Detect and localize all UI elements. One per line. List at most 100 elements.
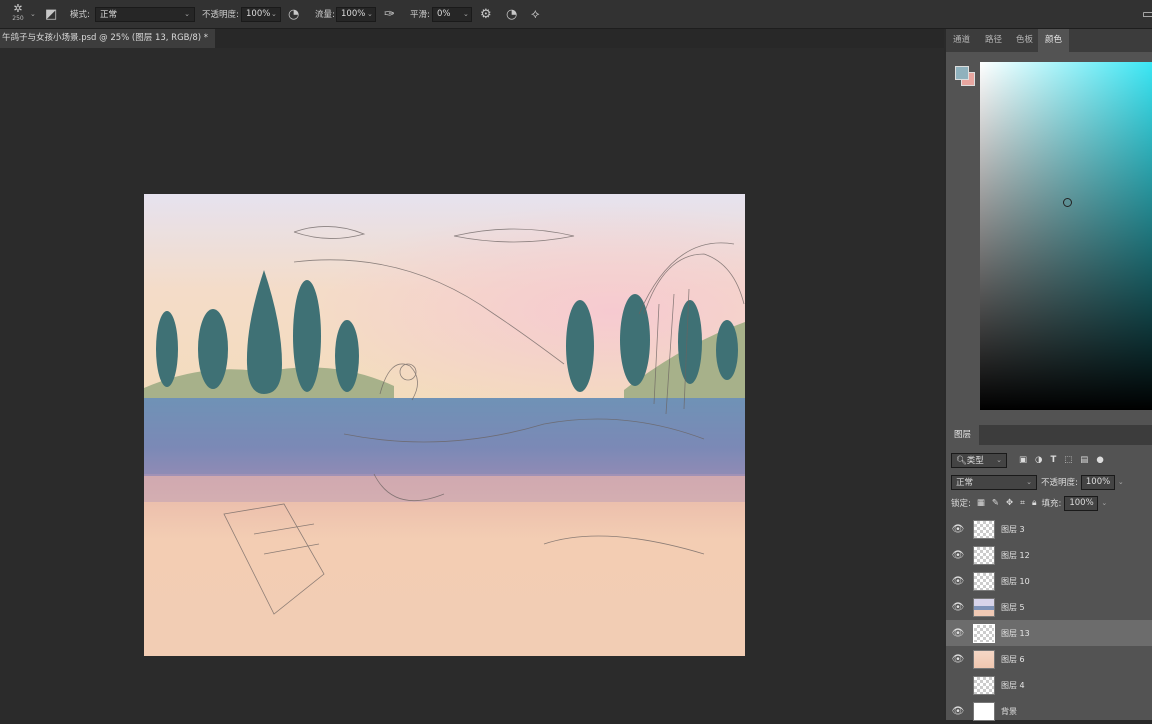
layer-filter-select[interactable]: 🔍︎类型 ⌄	[951, 452, 1007, 468]
mode-value: 正常	[100, 10, 118, 20]
panel-layout-icon[interactable]: ▭	[1142, 7, 1152, 22]
foreground-color-swatch[interactable]	[955, 66, 969, 80]
layers-panel-header: 图层	[946, 425, 1152, 445]
lock-transparency-icon[interactable]: ▦	[977, 498, 985, 508]
brush-preset-picker[interactable]: ✲ 250	[8, 3, 28, 25]
fill-label: 填充:	[1041, 499, 1062, 509]
layer-row[interactable]: 👁︎ 图层 10	[946, 568, 1152, 594]
fg-bg-color-swatches[interactable]	[954, 65, 976, 87]
layer-thumbnail	[973, 649, 995, 669]
document-tab[interactable]: 午鸽子与女孩小场景.psd @ 25% (图层 13, RGB/8) *	[0, 29, 215, 48]
lock-all-icon[interactable]: 🔒︎	[1032, 498, 1037, 508]
brush-size-value: 250	[12, 15, 24, 22]
smoothing-label: 平滑:	[410, 10, 430, 20]
filter-smart-object-icon[interactable]: ▤	[1080, 455, 1088, 465]
color-picker-cursor[interactable]	[1063, 198, 1072, 207]
brush-settings-icon[interactable]: ◩	[45, 7, 57, 22]
eye-icon[interactable]: 👁︎	[948, 654, 968, 665]
eye-icon[interactable]: 👁︎	[948, 550, 968, 561]
blend-row: 正常 ⌄ 不透明度: 100% ⌄	[946, 474, 1152, 490]
eye-icon[interactable]: 👁︎	[948, 524, 968, 535]
lock-artboard-icon[interactable]: ⌗	[1020, 498, 1025, 508]
layer-name: 图层 6	[1001, 654, 1025, 664]
filter-adjustment-icon[interactable]: ◑	[1035, 455, 1042, 465]
smoothing-value: 0%	[437, 9, 451, 19]
waterline	[144, 474, 745, 502]
chevron-down-icon: ⌄	[184, 10, 190, 18]
eye-icon[interactable]: 👁︎	[948, 576, 968, 587]
layer-name: 图层 13	[1001, 628, 1030, 638]
mode-label: 模式:	[70, 10, 90, 20]
layer-row-selected[interactable]: 👁︎ 图层 13	[946, 620, 1152, 646]
layer-opacity-chevron-icon[interactable]: ⌄	[1118, 478, 1124, 486]
blend-mode-value: 正常	[956, 478, 974, 488]
right-panel: 通道 路径 色板 颜色 图层 🔍︎类型 ⌄ ▣ ◑ T ⬚ ▤ ● 正常 ⌄ 不…	[944, 29, 1152, 721]
fill-field[interactable]: 100%	[1064, 495, 1099, 511]
eye-icon[interactable]: 👁︎	[948, 602, 968, 613]
layer-thumbnail	[973, 675, 995, 695]
document-tab-bar: 午鸽子与女孩小场景.psd @ 25% (图层 13, RGB/8) *	[0, 29, 944, 48]
opacity-label: 不透明度:	[202, 10, 239, 20]
layer-row[interactable]: 👁︎ 背景	[946, 698, 1152, 724]
layer-row[interactable]: 👁︎ 图层 6	[946, 646, 1152, 672]
layers-panel-title[interactable]: 图层	[946, 425, 980, 445]
symmetry-icon[interactable]: ⟡	[531, 7, 540, 22]
layer-name: 图层 4	[1001, 680, 1025, 690]
tab-color[interactable]: 颜色	[1038, 29, 1070, 52]
layer-thumbnail	[973, 701, 995, 721]
lock-image-icon[interactable]: ✎	[992, 498, 999, 508]
layer-opacity-field[interactable]: 100%	[1080, 474, 1115, 490]
filter-toggle-icon[interactable]: ●	[1096, 455, 1103, 465]
lock-position-icon[interactable]: ✥	[1006, 498, 1013, 508]
layer-name: 图层 5	[1001, 602, 1025, 612]
layer-thumbnail	[973, 519, 995, 539]
layer-thumbnail	[973, 571, 995, 591]
airbrush-icon[interactable]: ✑	[384, 7, 395, 22]
tab-swatches[interactable]: 色板	[1009, 29, 1040, 52]
fill-chevron-icon[interactable]: ⌄	[1101, 499, 1107, 507]
search-icon: 🔍︎	[956, 456, 967, 466]
opacity-value: 100%	[246, 9, 271, 19]
tab-paths[interactable]: 路径	[978, 29, 1009, 52]
smoothing-slider-chevron-icon[interactable]: ⌄	[463, 10, 469, 18]
layer-thumbnail	[973, 545, 995, 565]
flow-slider-chevron-icon[interactable]: ⌄	[367, 10, 373, 18]
document-title: 午鸽子与女孩小场景.psd @ 25% (图层 13, RGB/8) *	[2, 33, 209, 43]
artwork-canvas[interactable]	[144, 194, 745, 656]
eye-icon[interactable]: 👁︎	[948, 628, 968, 639]
layer-name: 图层 12	[1001, 550, 1030, 560]
gear-icon[interactable]: ⚙	[480, 7, 492, 22]
layer-filter-row: 🔍︎类型 ⌄ ▣ ◑ T ⬚ ▤ ●	[946, 451, 1152, 469]
chevron-down-icon: ⌄	[1026, 478, 1032, 486]
filter-type-icon[interactable]: T	[1050, 455, 1056, 465]
filter-shape-icon[interactable]: ⬚	[1064, 455, 1072, 465]
layer-row[interactable]: 图层 4	[946, 672, 1152, 698]
chevron-down-icon: ⌄	[996, 456, 1002, 464]
brush-tip-icon: ✲	[13, 2, 23, 15]
lock-label: 锁定:	[951, 499, 971, 509]
filter-pixel-icon[interactable]: ▣	[1019, 455, 1027, 465]
lock-row: 锁定: ▦ ✎ ✥ ⌗ 🔒︎ 填充: 100% ⌄	[946, 495, 1152, 511]
brush-dropdown-chevron-icon[interactable]: ⌄	[30, 10, 36, 18]
layer-name: 图层 10	[1001, 576, 1030, 586]
pressure-size-icon[interactable]: ◔	[506, 7, 517, 22]
layer-row[interactable]: 👁︎ 图层 12	[946, 542, 1152, 568]
layer-opacity-value: 100%	[1085, 477, 1111, 487]
tab-channels[interactable]: 通道	[946, 29, 977, 52]
layer-thumbnail	[973, 597, 995, 617]
color-picker-field[interactable]	[980, 62, 1152, 410]
layer-thumbnail	[973, 623, 995, 643]
eye-icon[interactable]: 👁︎	[948, 706, 968, 717]
layer-filter-value: 类型	[966, 456, 984, 466]
flow-value: 100%	[341, 9, 366, 19]
mode-select[interactable]: 正常 ⌄	[95, 6, 195, 22]
layer-name: 图层 3	[1001, 524, 1025, 534]
pressure-opacity-icon[interactable]: ◔	[288, 7, 299, 22]
opacity-slider-chevron-icon[interactable]: ⌄	[271, 10, 277, 18]
layer-row[interactable]: 👁︎ 图层 5	[946, 594, 1152, 620]
layer-opacity-label: 不透明度:	[1041, 478, 1078, 488]
layer-row[interactable]: 👁︎ 图层 3	[946, 516, 1152, 542]
canvas-workspace	[0, 48, 944, 720]
layers-panel: 图层 🔍︎类型 ⌄ ▣ ◑ T ⬚ ▤ ● 正常 ⌄ 不透明度: 100% ⌄ 锁定…	[946, 425, 1152, 721]
blend-mode-select[interactable]: 正常 ⌄	[951, 474, 1037, 490]
